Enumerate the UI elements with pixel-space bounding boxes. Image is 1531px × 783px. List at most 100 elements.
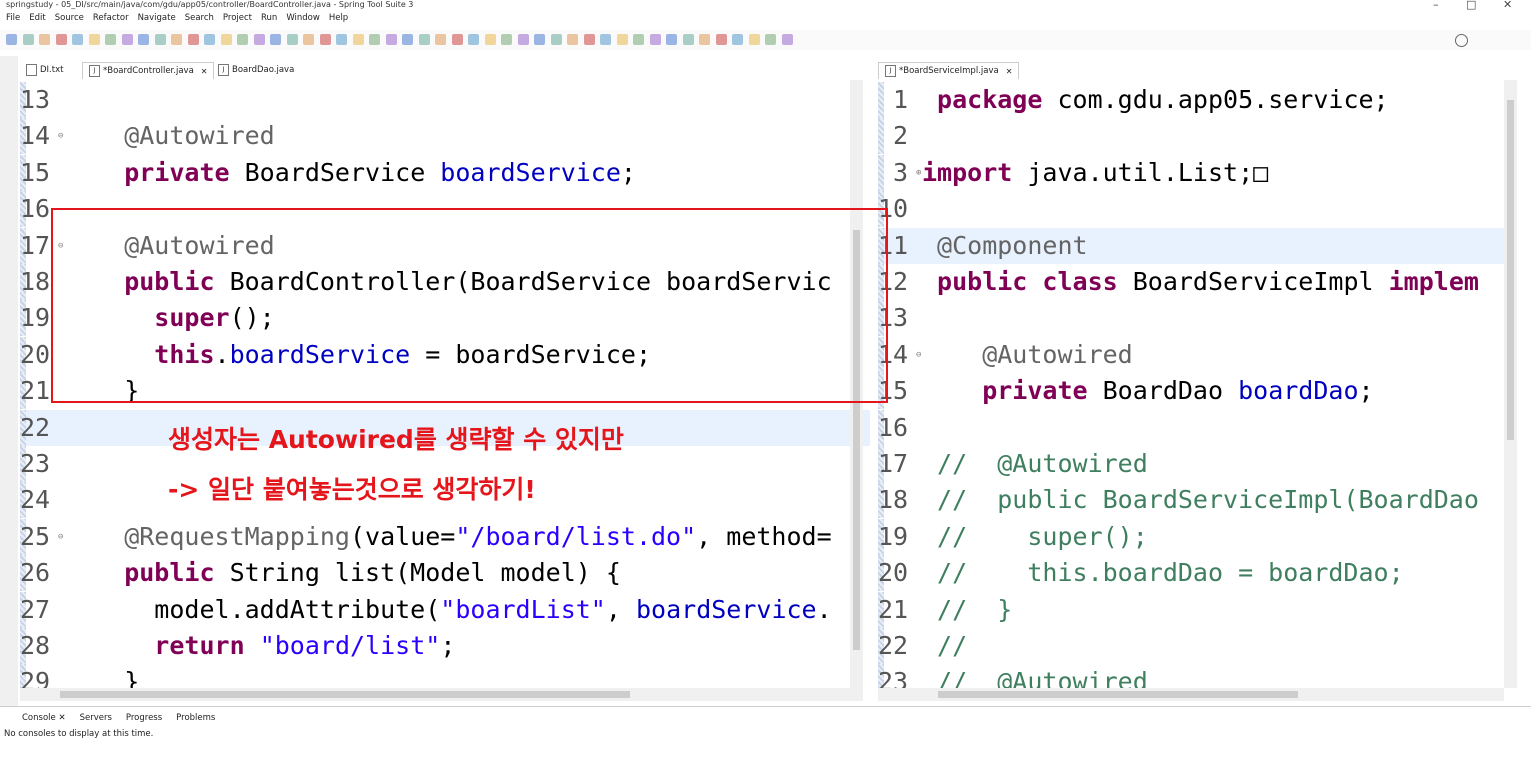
toolbar-button-icon[interactable] bbox=[171, 34, 182, 45]
code-line[interactable]: 3 ⊕ import java.util.List;□ bbox=[878, 155, 1268, 191]
code-line[interactable]: 14 ⊖ @Autowired bbox=[20, 118, 275, 154]
toolbar-button-icon[interactable] bbox=[253, 34, 265, 45]
code-line[interactable]: 13 bbox=[20, 82, 64, 118]
toolbar-button-icon[interactable] bbox=[484, 34, 496, 45]
toolbar-button-icon[interactable] bbox=[534, 34, 545, 45]
menu-project[interactable]: Project bbox=[223, 13, 252, 27]
toolbar-button-icon[interactable] bbox=[600, 34, 611, 45]
code-line[interactable]: 15 private BoardDao boardDao; bbox=[878, 373, 1374, 409]
toolbar-button-icon[interactable] bbox=[22, 34, 34, 45]
code-line[interactable]: 21 // } bbox=[878, 592, 1012, 628]
toolbar-button-icon[interactable] bbox=[666, 34, 677, 45]
code-line[interactable]: 12 public class BoardServiceImpl implem bbox=[878, 264, 1479, 300]
tab-console[interactable]: Console ✕ bbox=[22, 713, 66, 723]
toolbar-button-icon[interactable] bbox=[105, 34, 116, 45]
toolbar-button-icon[interactable] bbox=[748, 34, 760, 45]
code-line[interactable]: 14 ⊖ @Autowired bbox=[878, 337, 1133, 373]
menu-help[interactable]: Help bbox=[329, 13, 348, 27]
toolbar-button-icon[interactable] bbox=[55, 34, 67, 45]
toolbar-button-icon[interactable] bbox=[583, 34, 595, 45]
toolbar-button-icon[interactable] bbox=[732, 34, 743, 45]
code-line[interactable]: 18 // public BoardServiceImpl(BoardDao bbox=[878, 482, 1479, 518]
fold-toggle-icon[interactable]: ⊖ bbox=[58, 118, 63, 154]
toolbar-button-icon[interactable] bbox=[682, 34, 694, 45]
toolbar-button-icon[interactable] bbox=[402, 34, 413, 45]
left-horizontal-scrollbar[interactable] bbox=[20, 688, 863, 701]
toolbar-button-icon[interactable] bbox=[303, 34, 314, 45]
code-line[interactable]: 25 ⊖ @RequestMapping(value="/board/list.d… bbox=[20, 519, 832, 555]
toolbar-button-icon[interactable] bbox=[468, 34, 479, 45]
toolbar-button-icon[interactable] bbox=[286, 34, 298, 45]
code-line[interactable]: 11 @Component bbox=[878, 228, 1088, 264]
close-window-button[interactable]: ✕ bbox=[1503, 0, 1512, 11]
toolbar-button-icon[interactable] bbox=[715, 34, 727, 45]
fold-toggle-icon[interactable]: ⊖ bbox=[916, 337, 921, 373]
code-line[interactable]: 17 // @Autowired bbox=[878, 446, 1148, 482]
tab-di-txt[interactable]: DI.txt bbox=[20, 62, 69, 78]
right-code-editor[interactable]: 1 package com.gdu.app05.service; 2 3 ⊕ imp… bbox=[878, 80, 1504, 688]
tab-servers[interactable]: Servers bbox=[80, 713, 112, 723]
toolbar-button-icon[interactable] bbox=[616, 34, 628, 45]
maximize-button[interactable]: □ bbox=[1466, 0, 1476, 11]
code-line[interactable]: 19 // super(); bbox=[878, 519, 1148, 555]
menu-source[interactable]: Source bbox=[55, 13, 84, 27]
tab-board-controller[interactable]: J *BoardController.java ✕ bbox=[82, 62, 215, 79]
toolbar-button-icon[interactable] bbox=[352, 34, 364, 45]
toolbar-button-icon[interactable] bbox=[550, 34, 562, 45]
toolbar-button-icon[interactable] bbox=[204, 34, 215, 45]
toolbar-button-icon[interactable] bbox=[781, 34, 793, 45]
menu-window[interactable]: Window bbox=[286, 13, 320, 27]
right-vertical-scrollbar[interactable] bbox=[1504, 80, 1517, 688]
toolbar-button-icon[interactable] bbox=[567, 34, 578, 45]
code-line[interactable]: 23 bbox=[20, 446, 64, 482]
toolbar-button-icon[interactable] bbox=[501, 34, 512, 45]
close-tab-icon[interactable]: ✕ bbox=[1006, 67, 1013, 76]
toolbar-button-icon[interactable] bbox=[765, 34, 776, 45]
tab-progress[interactable]: Progress bbox=[126, 713, 162, 723]
code-line[interactable]: 24 bbox=[20, 482, 64, 518]
menu-file[interactable]: File bbox=[6, 13, 20, 27]
tab-problems[interactable]: Problems bbox=[176, 713, 215, 723]
toolbar-button-icon[interactable] bbox=[121, 34, 133, 45]
menu-refactor[interactable]: Refactor bbox=[93, 13, 129, 27]
code-line[interactable]: 20 // this.boardDao = boardDao; bbox=[878, 555, 1404, 591]
code-line[interactable]: 22 bbox=[20, 410, 64, 446]
toolbar-button-icon[interactable] bbox=[385, 34, 397, 45]
code-line[interactable]: 22 // bbox=[878, 628, 967, 664]
right-horizontal-scrollbar[interactable] bbox=[878, 688, 1504, 701]
minimize-button[interactable]: – bbox=[1433, 0, 1439, 11]
toolbar-button-icon[interactable] bbox=[270, 34, 281, 45]
search-icon[interactable] bbox=[1455, 34, 1468, 47]
tab-board-dao[interactable]: J BoardDao.java bbox=[212, 62, 300, 78]
toolbar-button-icon[interactable] bbox=[319, 34, 331, 45]
menu-run[interactable]: Run bbox=[261, 13, 277, 27]
code-line[interactable]: 28 return "board/list"; bbox=[20, 628, 455, 664]
toolbar-button-icon[interactable] bbox=[633, 34, 644, 45]
code-line[interactable]: 26 public String list(Model model) { bbox=[20, 555, 621, 591]
toolbar-button-icon[interactable] bbox=[6, 34, 17, 45]
code-line[interactable]: 29 } bbox=[20, 664, 139, 688]
toolbar-button-icon[interactable] bbox=[418, 34, 430, 45]
code-line[interactable]: 16 bbox=[878, 410, 922, 446]
close-tab-icon[interactable]: ✕ bbox=[58, 713, 65, 723]
toolbar-button-icon[interactable] bbox=[88, 34, 100, 45]
menu-search[interactable]: Search bbox=[185, 13, 214, 27]
toolbar-button-icon[interactable] bbox=[72, 34, 83, 45]
close-tab-icon[interactable]: ✕ bbox=[201, 67, 208, 76]
toolbar-button-icon[interactable] bbox=[39, 34, 50, 45]
code-line[interactable]: 27 model.addAttribute("boardList", board… bbox=[20, 592, 832, 628]
code-line[interactable]: 2 bbox=[878, 118, 922, 154]
code-line[interactable]: 15 private BoardService boardService; bbox=[20, 155, 636, 191]
toolbar-button-icon[interactable] bbox=[517, 34, 529, 45]
toolbar-button-icon[interactable] bbox=[237, 34, 248, 45]
tab-board-service-impl[interactable]: J *BoardServiceImpl.java ✕ bbox=[878, 62, 1020, 79]
fold-toggle-icon[interactable]: ⊖ bbox=[58, 519, 63, 555]
toolbar-button-icon[interactable] bbox=[649, 34, 661, 45]
toolbar-button-icon[interactable] bbox=[435, 34, 446, 45]
toolbar-button-icon[interactable] bbox=[154, 34, 166, 45]
menu-edit[interactable]: Edit bbox=[29, 13, 45, 27]
toolbar-button-icon[interactable] bbox=[187, 34, 199, 45]
fold-toggle-icon[interactable]: ⊕ bbox=[916, 155, 921, 191]
toolbar-button-icon[interactable] bbox=[220, 34, 232, 45]
toolbar-button-icon[interactable] bbox=[369, 34, 380, 45]
